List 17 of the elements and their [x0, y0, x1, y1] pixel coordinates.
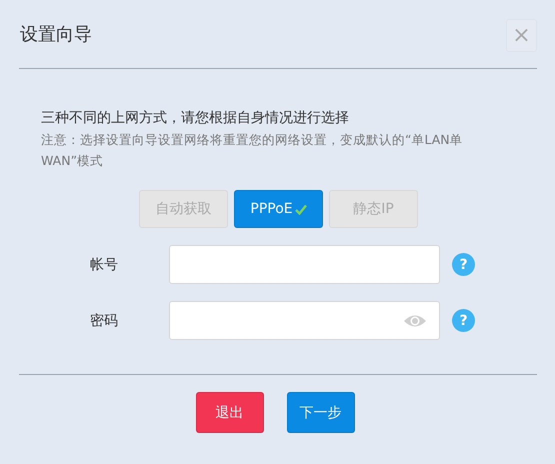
account-field[interactable]	[169, 245, 440, 284]
mode-tab[interactable]: 静态IP	[329, 190, 418, 228]
help-icon[interactable]: ?	[452, 253, 475, 276]
next-button[interactable]: 下一步	[286, 392, 354, 433]
password-field[interactable]	[169, 301, 440, 340]
mode-tab[interactable]: 自动获取	[139, 190, 228, 228]
mode-tab[interactable]: PPPoE	[234, 190, 323, 228]
exit-button[interactable]: 退出	[196, 392, 264, 433]
help-icon[interactable]: ?	[452, 309, 475, 332]
intro-text: 三种不同的上网方式，请您根据自身情况进行选择	[41, 109, 350, 127]
note-text: 注意：选择设置向导设置网络将重置您的网络设置，变成默认的“单LAN单WAN”模式	[41, 131, 464, 170]
check-icon	[294, 204, 307, 214]
close-button[interactable]: ×	[506, 19, 537, 52]
field-label: 帐号	[89, 256, 119, 274]
field-label: 密码	[89, 312, 119, 330]
eye-icon[interactable]	[403, 314, 427, 328]
dialog-title: 设置向导	[20, 23, 92, 46]
